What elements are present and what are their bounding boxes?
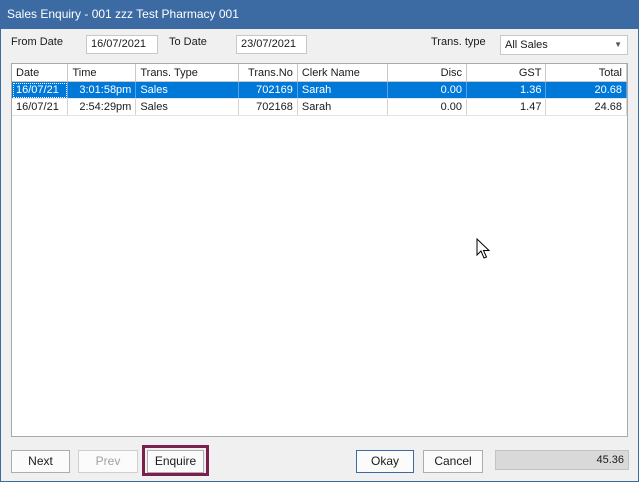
trans-type-value: All Sales: [505, 39, 548, 51]
cell-time: 3:01:58pm: [67, 81, 137, 99]
col-header-total[interactable]: Total: [545, 64, 627, 82]
cell-total: 24.68: [545, 98, 627, 116]
sales-grid[interactable]: Date Time Trans. Type Trans.No Clerk Nam…: [11, 63, 628, 437]
cell-trans-type: Sales: [135, 81, 239, 99]
col-header-trans-no[interactable]: Trans.No: [238, 64, 298, 82]
col-header-trans-type[interactable]: Trans. Type: [135, 64, 239, 82]
mouse-pointer-icon: [476, 238, 490, 259]
cell-trans-no: 702169: [238, 81, 298, 99]
grid-header-row: Date Time Trans. Type Trans.No Clerk Nam…: [12, 64, 627, 82]
trans-type-select[interactable]: All Sales ▼: [500, 35, 628, 55]
to-date-label: To Date: [169, 36, 207, 48]
col-header-disc[interactable]: Disc: [387, 64, 468, 82]
col-header-gst[interactable]: GST: [466, 64, 547, 82]
okay-button-label: Okay: [370, 454, 399, 468]
cell-disc: 0.00: [387, 98, 468, 116]
from-date-field[interactable]: 16/07/2021: [86, 35, 158, 54]
chevron-down-icon[interactable]: ▼: [614, 36, 622, 54]
prev-button[interactable]: Prev: [78, 450, 138, 473]
cell-time: 2:54:29pm: [67, 98, 137, 116]
next-button-label: Next: [28, 454, 53, 468]
to-date-field[interactable]: 23/07/2021: [236, 35, 307, 54]
prev-button-label: Prev: [95, 454, 121, 468]
from-date-label: From Date: [11, 36, 63, 48]
col-header-clerk-name[interactable]: Clerk Name: [297, 64, 388, 82]
window-frame-left: [0, 29, 1, 482]
cell-trans-type: Sales: [135, 98, 239, 116]
cell-date: 16/07/21: [12, 98, 69, 116]
cell-gst: 1.36: [466, 81, 547, 99]
sales-table: Date Time Trans. Type Trans.No Clerk Nam…: [12, 64, 627, 116]
total-status-field: 45.36: [495, 450, 629, 470]
cell-date: 16/07/21: [12, 81, 69, 99]
window-title: Sales Enquiry - 001 zzz Test Pharmacy 00…: [0, 0, 639, 29]
col-header-date[interactable]: Date: [12, 64, 69, 82]
cell-total: 20.68: [545, 81, 627, 99]
okay-button[interactable]: Okay: [356, 450, 414, 473]
cancel-button-label: Cancel: [434, 454, 472, 468]
table-row[interactable]: 16/07/21 2:54:29pm Sales 702168 Sarah 0.…: [12, 98, 627, 116]
cell-gst: 1.47: [466, 98, 547, 116]
table-row[interactable]: 16/07/21 3:01:58pm Sales 702169 Sarah 0.…: [12, 81, 627, 99]
cell-clerk-name: Sarah: [297, 81, 388, 99]
col-header-time[interactable]: Time: [67, 64, 137, 82]
next-button[interactable]: Next: [11, 450, 70, 473]
cancel-button[interactable]: Cancel: [423, 450, 483, 473]
trans-type-label: Trans. type: [431, 36, 486, 48]
cell-trans-no: 702168: [238, 98, 298, 116]
enquire-button-label: Enquire: [154, 454, 197, 468]
cell-clerk-name: Sarah: [297, 98, 388, 116]
cell-disc: 0.00: [387, 81, 468, 99]
enquire-button[interactable]: Enquire: [147, 450, 204, 473]
